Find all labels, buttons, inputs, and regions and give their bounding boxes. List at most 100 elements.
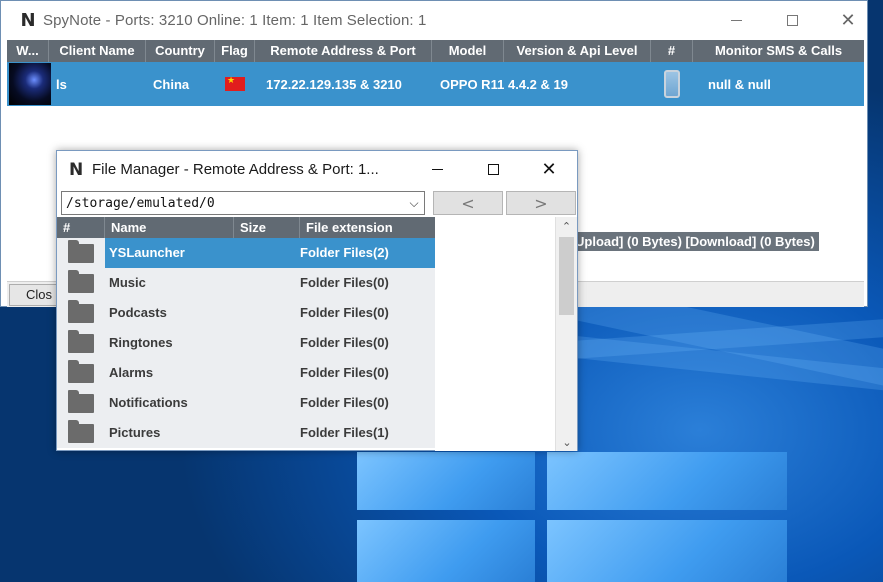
windows-logo-pane [357, 520, 535, 582]
folder-icon [68, 359, 94, 383]
fm-minimize-button[interactable] [409, 151, 465, 188]
file-size [234, 238, 300, 268]
minimize-icon [431, 169, 443, 170]
wallpaper-cell [7, 62, 51, 106]
fm-maximize-button[interactable] [465, 151, 521, 188]
fm-close-button[interactable]: ✕ [521, 151, 577, 188]
windows-logo-pane [357, 452, 535, 510]
path-value: /storage/emulated/0 [66, 195, 215, 211]
file-name: Podcasts [109, 305, 167, 320]
column-header-model[interactable]: Model [432, 40, 504, 62]
main-window-title: SpyNote - Ports: 3210 Online: 1 Item: 1 … [43, 11, 427, 29]
device-cell [651, 62, 693, 106]
column-header-extension[interactable]: File extension [300, 217, 435, 238]
phone-icon [664, 70, 680, 98]
file-size [234, 298, 300, 328]
vertical-scrollbar[interactable]: ⌃ ⌄ [555, 217, 577, 451]
country-cell: China [153, 76, 190, 92]
column-header-flag[interactable]: Flag [215, 40, 255, 62]
file-extension: Folder Files(0) [300, 275, 389, 290]
column-header-size[interactable]: Size [234, 217, 300, 238]
folder-cell [57, 328, 105, 358]
file-size [234, 358, 300, 388]
column-header-index[interactable]: # [57, 217, 105, 238]
column-header-remote-address[interactable]: Remote Address & Port [255, 40, 432, 62]
folder-cell [57, 358, 105, 388]
table-row[interactable]: Music Folder Files(0) [57, 268, 435, 298]
file-size [234, 388, 300, 418]
folder-cell [57, 268, 105, 298]
file-name: Ringtones [109, 335, 173, 350]
transfer-status: Upload] (0 Bytes) [Download] (0 Bytes) [571, 232, 819, 251]
column-header-version[interactable]: Version & Api Level [504, 40, 651, 62]
file-extension: Folder Files(0) [300, 395, 389, 410]
column-header-country[interactable]: Country [146, 40, 215, 62]
file-table: # Name Size File extension YSLauncher Fol… [57, 217, 435, 448]
folder-icon [68, 269, 94, 293]
file-size [234, 268, 300, 298]
file-manager-titlebar[interactable]: N File Manager - Remote Address & Port: … [57, 151, 577, 188]
scroll-down-icon[interactable]: ⌄ [556, 433, 578, 451]
column-header-monitor[interactable]: Monitor SMS & Calls [693, 40, 864, 62]
file-size [234, 328, 300, 358]
file-name: Pictures [109, 425, 161, 440]
file-name: Music [109, 275, 146, 290]
wallpaper-thumbnail [9, 63, 51, 105]
column-header-name[interactable]: Name [105, 217, 234, 238]
file-manager-title: File Manager - Remote Address & Port: 1.… [92, 161, 379, 178]
table-row[interactable]: YSLauncher Folder Files(2) [57, 238, 435, 268]
file-size [234, 418, 300, 448]
table-row[interactable]: Podcasts Folder Files(0) [57, 298, 435, 328]
file-table-body: YSLauncher Folder Files(2) Music Folder Fil… [57, 238, 435, 448]
scroll-up-icon[interactable]: ⌃ [556, 217, 577, 235]
table-row[interactable]: Notifications Folder Files(0) [57, 388, 435, 418]
column-header-client-name[interactable]: Client Name [49, 40, 146, 62]
forward-button[interactable]: > [506, 191, 576, 215]
folder-icon [68, 239, 94, 263]
chevron-right-icon: > [534, 193, 548, 213]
path-select[interactable]: /storage/emulated/0 ⌵ [61, 191, 425, 215]
minimize-button[interactable] [707, 1, 765, 39]
scrollbar-thumb[interactable] [559, 237, 574, 315]
folder-icon [68, 299, 94, 323]
spynote-logo-icon: N [20, 9, 36, 31]
maximize-button[interactable] [763, 1, 821, 39]
file-table-header: # Name Size File extension [57, 217, 435, 238]
spynote-logo-icon: N [69, 159, 84, 180]
chevron-down-icon[interactable]: ⌵ [404, 196, 424, 211]
folder-icon [68, 419, 94, 443]
monitor-cell: null & null [708, 76, 771, 92]
client-table: W... Client Name Country Flag Remote Add… [7, 40, 864, 106]
file-manager-window: N File Manager - Remote Address & Port: … [56, 150, 578, 451]
china-flag-icon [225, 75, 245, 91]
windows-logo-pane [547, 520, 787, 582]
flag-cell [215, 62, 255, 106]
main-titlebar[interactable]: N SpyNote - Ports: 3210 Online: 1 Item: … [1, 1, 867, 39]
table-row[interactable]: Alarms Folder Files(0) [57, 358, 435, 388]
column-header-device[interactable]: # [651, 40, 693, 62]
table-row[interactable]: Ringtones Folder Files(0) [57, 328, 435, 358]
version-cell: 4.4.2 & 19 [508, 76, 568, 92]
windows-logo-pane [547, 452, 787, 510]
back-button[interactable]: < [433, 191, 503, 215]
client-name-cell: ls [56, 76, 67, 92]
column-header-wallpaper[interactable]: W... [7, 40, 49, 62]
close-icon: ✕ [541, 159, 557, 180]
model-cell: OPPO R11 [440, 76, 504, 92]
file-name: Notifications [109, 395, 188, 410]
file-name: YSLauncher [105, 238, 234, 268]
client-row[interactable]: ls China 172.22.129.135 & 3210 OPPO R11 … [7, 62, 864, 106]
folder-cell [57, 418, 105, 448]
table-row[interactable]: Pictures Folder Files(1) [57, 418, 435, 448]
file-extension: Folder Files(0) [300, 335, 389, 350]
file-extension: Folder Files(2) [300, 238, 435, 268]
maximize-icon [786, 14, 798, 26]
folder-icon [68, 389, 94, 413]
file-extension: Folder Files(0) [300, 365, 389, 380]
minimize-icon [730, 19, 742, 21]
file-extension: Folder Files(1) [300, 425, 389, 440]
client-table-header: W... Client Name Country Flag Remote Add… [7, 40, 864, 62]
maximize-icon [487, 164, 499, 175]
close-window-button[interactable]: ✕ [819, 1, 877, 39]
chevron-left-icon: < [461, 193, 475, 213]
